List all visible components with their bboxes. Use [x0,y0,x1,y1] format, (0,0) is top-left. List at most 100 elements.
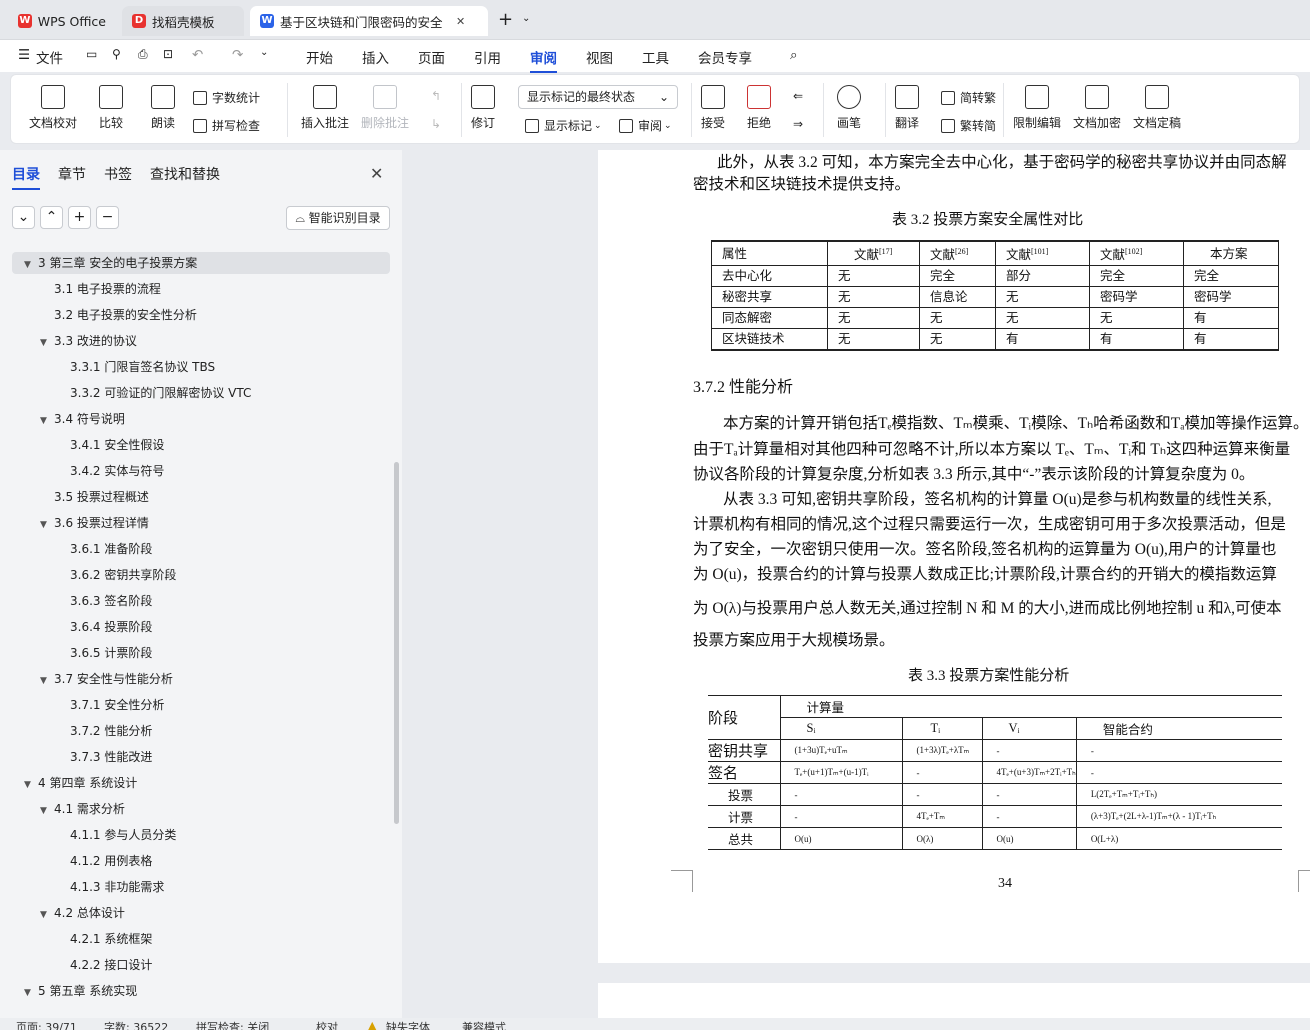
delete-comment-button[interactable]: 删除批注 [361,85,409,131]
menu-tools[interactable]: 工具 [642,47,669,67]
tab-document[interactable]: W 基于区块链和门限密码的安全 ✕ [250,6,488,36]
collapse-toggle-icon[interactable]: ▼ [24,254,38,276]
toc-item[interactable]: 4.2.1 系统框架 [0,928,392,950]
toc-item[interactable]: 3.6.4 投票阶段 [0,616,392,638]
toc-item[interactable]: 3.3.1 门限盲签名协议 TBS [0,356,392,378]
collapse-toggle-icon[interactable]: ▼ [40,800,54,822]
tab-chapters[interactable]: 章节 [58,164,86,184]
translate-button[interactable]: 翻译 [895,85,919,131]
collapse-toggle-icon[interactable]: ▼ [24,774,38,796]
word-count[interactable]: 字数: 36522 [104,1019,168,1030]
reject-button[interactable]: 拒绝 [747,85,771,131]
next-change-button[interactable]: ⇒ [793,117,803,131]
prev-comment-button[interactable]: ↰ [431,89,441,103]
doc-proof-button[interactable]: 文档校对 [29,85,77,131]
tab-docer[interactable]: D 找稻壳模板 [122,6,244,36]
toc-item[interactable]: 3.1 电子投票的流程 [0,278,392,300]
collapse-all-button[interactable]: ⌃ [40,206,63,229]
add-heading-button[interactable]: + [68,206,91,229]
prev-change-button[interactable]: ⇐ [793,89,803,103]
save-icon[interactable]: ▭ [86,47,97,61]
toc-item[interactable]: 3.6.5 计票阶段 [0,642,392,664]
toc-item[interactable]: 3.6.3 签名阶段 [0,590,392,612]
tab-toc[interactable]: 目录 [12,164,40,190]
collapse-toggle-icon[interactable]: ▼ [40,410,54,432]
restrict-edit-button[interactable]: 限制编辑 [1013,85,1061,131]
toc-item[interactable]: ▼ 3.3 改进的协议 [0,330,392,352]
chevron-down-icon[interactable]: ⌄ [522,13,530,24]
chevron-down-icon[interactable]: ⌄ [260,47,268,58]
read-aloud-button[interactable]: 朗读 [151,85,175,131]
compare-button[interactable]: 比较 [99,85,123,131]
toc-item[interactable]: 3.2 电子投票的安全性分析 [0,304,392,326]
toc-item[interactable]: ▼ 3.4 符号说明 [0,408,392,430]
toc-item[interactable]: ▼ 5 第五章 系统实现 [0,980,392,1002]
expand-all-button[interactable]: ⌄ [12,206,35,229]
toc-item[interactable]: 3.4.2 实体与符号 [0,460,392,482]
menu-review[interactable]: 审阅 [530,47,557,73]
toc-item[interactable]: 3.6.1 准备阶段 [0,538,392,560]
next-comment-button[interactable]: ↳ [431,117,441,131]
collapse-toggle-icon[interactable]: ▼ [24,982,38,1004]
redo-icon[interactable]: ↷ [232,47,243,63]
toc-item[interactable]: 3.3.2 可验证的门限解密协议 VTC [0,382,392,404]
toc-item[interactable]: ▼ 4.1 需求分析 [0,798,392,820]
missing-font-status[interactable]: 缺失字体 [386,1019,430,1030]
accept-button[interactable]: 接受 [701,85,725,131]
toc-item[interactable]: ▼ 3 第三章 安全的电子投票方案 [12,252,390,274]
undo-icon[interactable]: ↶ [192,47,203,63]
toc-item[interactable]: 3.7.3 性能改进 [0,746,392,768]
toc-item[interactable]: ▼ 4.2 总体设计 [0,902,392,924]
to-traditional-button[interactable]: 简转繁 [941,89,996,106]
toc-item[interactable]: 3.4.1 安全性假设 [0,434,392,456]
pen-button[interactable]: 画笔 [837,85,861,131]
toc-item[interactable]: 4.2.2 接口设计 [0,954,392,976]
hamburger-icon[interactable]: ☰ [18,47,30,63]
scrollbar-thumb[interactable] [394,462,399,824]
collapse-toggle-icon[interactable]: ▼ [40,332,54,354]
collapse-toggle-icon[interactable]: ▼ [40,904,54,926]
print-preview-icon[interactable]: ⊡ [163,47,173,61]
menu-view[interactable]: 视图 [586,47,613,67]
toc-item[interactable]: ▼ 4 第四章 系统设计 [0,772,392,794]
finalize-doc-button[interactable]: 文档定稿 [1133,85,1181,131]
markup-state-select[interactable]: 显示标记的最终状态 ⌄ [518,85,678,109]
word-count-button[interactable]: 字数统计 [193,89,260,106]
proof-status[interactable]: 校对 [316,1019,338,1030]
close-icon[interactable]: ✕ [456,15,465,28]
toc-item[interactable]: 3.7.2 性能分析 [0,720,392,742]
share-icon[interactable]: ⚲ [112,47,121,61]
toc-item[interactable]: 3.6.2 密钥共享阶段 [0,564,392,586]
review-pane-button[interactable]: 审阅 ⌄ [619,117,672,134]
show-markup-button[interactable]: 显示标记 ⌄ [525,117,602,134]
menu-membership[interactable]: 会员专享 [698,47,752,67]
to-simplified-button[interactable]: 繁转简 [941,117,996,134]
search-icon[interactable]: ⌕ [790,47,798,63]
encrypt-doc-button[interactable]: 文档加密 [1073,85,1121,131]
smart-toc-button[interactable]: ⌓ 智能识别目录 [286,206,390,230]
menu-references[interactable]: 引用 [474,47,501,67]
toc-item[interactable]: 3.5 投票过程概述 [0,486,392,508]
collapse-toggle-icon[interactable]: ▼ [40,514,54,536]
collapse-toggle-icon[interactable]: ▼ [40,670,54,692]
menu-insert[interactable]: 插入 [362,47,389,67]
spell-check-status[interactable]: 拼写检查: 关闭 [196,1019,269,1030]
toc-item[interactable]: ▼ 3.6 投票过程详情 [0,512,392,534]
remove-heading-button[interactable]: − [96,206,119,229]
insert-comment-button[interactable]: 插入批注 [301,85,349,131]
tab-find-replace[interactable]: 查找和替换 [150,164,220,184]
print-icon[interactable]: ⎙ [138,47,148,62]
toc-item[interactable]: 4.1.1 参与人员分类 [0,824,392,846]
toc-item[interactable]: 4.1.3 非功能需求 [0,876,392,898]
toc-item[interactable]: ▼ 3.7 安全性与性能分析 [0,668,392,690]
menu-page[interactable]: 页面 [418,47,445,67]
new-tab-button[interactable]: + [498,9,513,30]
spell-check-button[interactable]: 拼写检查 [193,117,260,134]
tab-bookmarks[interactable]: 书签 [104,164,132,184]
track-changes-button[interactable]: 修订 [471,85,495,131]
close-icon[interactable]: ✕ [370,164,383,183]
toc-item[interactable]: 4.1.2 用例表格 [0,850,392,872]
toc-item[interactable]: 3.7.1 安全性分析 [0,694,392,716]
page-indicator[interactable]: 页面: 39/71 [16,1019,77,1030]
menu-file[interactable]: 文件 [36,47,63,67]
